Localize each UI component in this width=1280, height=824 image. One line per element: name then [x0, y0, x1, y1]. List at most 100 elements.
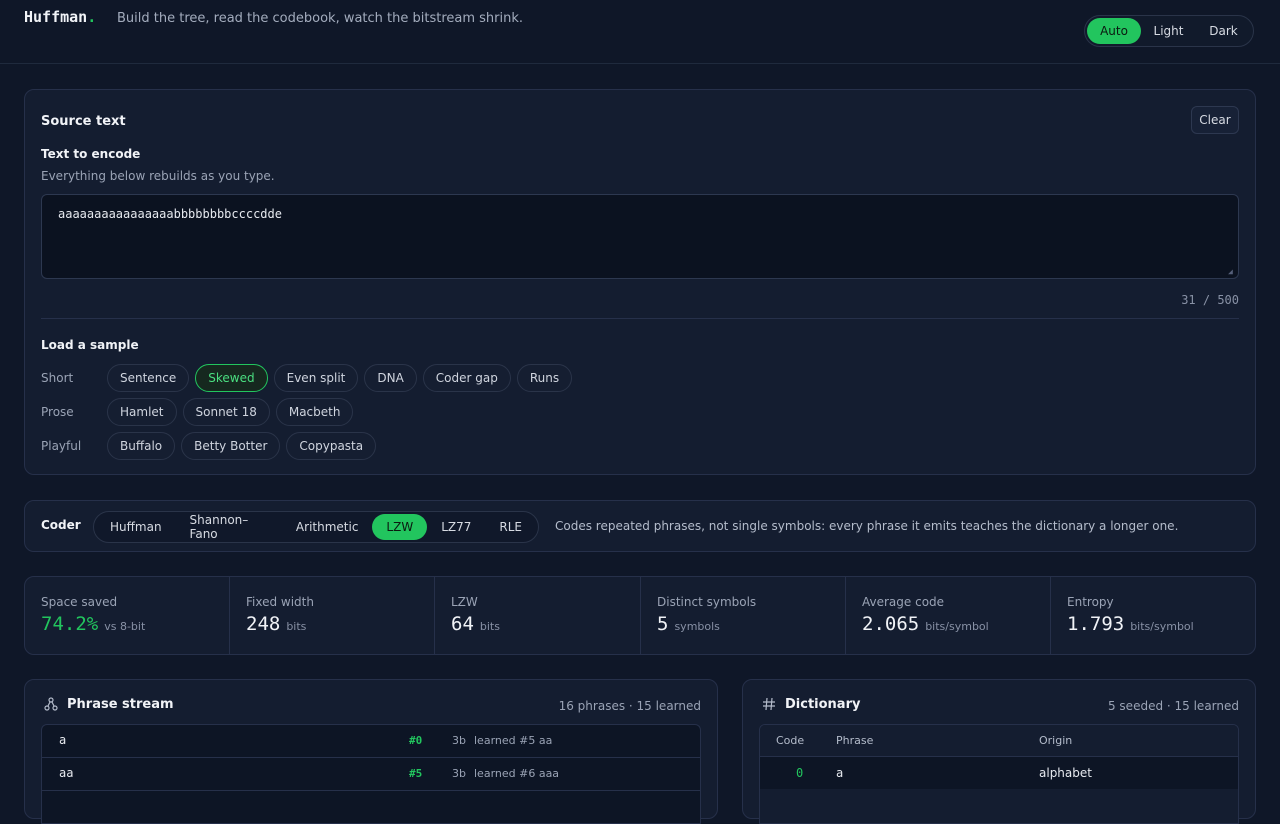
- phrase-text: aa: [59, 766, 74, 780]
- phrase-stream-header: Phrase stream: [43, 696, 174, 712]
- phrase-code: #0: [409, 734, 423, 747]
- table-row[interactable]: 0 a alphabet: [760, 757, 1238, 789]
- sample-chip-runs[interactable]: Runs: [516, 364, 573, 392]
- hash-icon: [761, 696, 777, 712]
- stat-label: Space saved: [41, 595, 118, 609]
- stat-value: 5: [657, 613, 669, 635]
- theme-dark-button[interactable]: Dark: [1196, 18, 1251, 44]
- stat-space-saved: Space saved 74.2% vs 8-bit: [25, 577, 230, 654]
- dict-origin: alphabet: [1039, 766, 1092, 780]
- phrase-learned: learned #5 aa: [474, 734, 553, 747]
- field-label: Text to encode: [41, 147, 141, 161]
- stat-distinct-symbols: Distinct symbols 5 symbols: [641, 577, 846, 654]
- stat-label: Average code: [862, 595, 945, 609]
- source-text-value: aaaaaaaaaaaaaaaabbbbbbbbccccdde: [58, 207, 282, 221]
- sample-chip-copypasta[interactable]: Copypasta: [286, 432, 377, 460]
- sample-chip-skewed[interactable]: Skewed: [195, 364, 268, 392]
- sample-chip-sonnet-18[interactable]: Sonnet 18: [182, 398, 270, 426]
- phrase-stream-meta: 16 phrases · 15 learned: [558, 699, 701, 713]
- logo-text: Huffman: [24, 8, 88, 26]
- column-header-phrase: Phrase: [836, 734, 874, 747]
- stat-unit: bits: [479, 620, 500, 633]
- dict-phrase: a: [836, 766, 844, 780]
- resize-grip-icon[interactable]: ◢: [1228, 268, 1236, 276]
- coder-option-shannon-fano[interactable]: Shannon–Fano: [176, 513, 282, 541]
- table-row[interactable]: a #0 3b learned #5 aa: [42, 725, 700, 758]
- coder-selector: Huffman Shannon–Fano Arithmetic LZW LZ77…: [93, 511, 539, 543]
- sample-row-label: Short: [41, 371, 74, 385]
- sample-chip-betty-botter[interactable]: Betty Botter: [181, 432, 281, 460]
- app-logo: Huffman.: [24, 8, 96, 26]
- column-header-origin: Origin: [1039, 734, 1073, 747]
- stat-label: Distinct symbols: [657, 595, 757, 609]
- column-header-code: Code: [776, 734, 805, 747]
- phrase-stream-title: Phrase stream: [67, 696, 174, 712]
- coder-option-lzw[interactable]: LZW: [372, 514, 428, 540]
- stat-label: Fixed width: [246, 595, 314, 609]
- theme-switch: Auto Light Dark: [1084, 15, 1254, 47]
- sample-chip-even-split[interactable]: Even split: [273, 364, 359, 392]
- stat-value: 248: [246, 613, 281, 635]
- coder-option-arithmetic[interactable]: Arithmetic: [282, 514, 373, 540]
- stat-value: 74.2%: [41, 613, 99, 635]
- coder-panel: Coder Huffman Shannon–Fano Arithmetic LZ…: [24, 500, 1256, 552]
- sample-row-label: Prose: [41, 405, 74, 419]
- phrase-list[interactable]: a #0 3b learned #5 aa aa #5 3b learned #…: [41, 724, 701, 824]
- dictionary-header: Dictionary: [761, 696, 860, 712]
- phrase-text: a: [59, 733, 67, 747]
- share-nodes-icon: [43, 696, 59, 712]
- stat-fixed-width: Fixed width 248 bits: [230, 577, 435, 654]
- stat-value: 1.793: [1067, 613, 1125, 635]
- coder-option-lz77[interactable]: LZ77: [427, 514, 485, 540]
- dictionary-title: Dictionary: [785, 696, 861, 712]
- table-row[interactable]: aa #5 3b learned #6 aaa: [42, 758, 700, 791]
- dict-code: 0: [796, 766, 804, 780]
- stat-value: 2.065: [862, 613, 920, 635]
- theme-light-button[interactable]: Light: [1141, 18, 1196, 44]
- phrase-bits: 3b: [452, 734, 466, 747]
- sample-row-label: Playful: [41, 439, 82, 453]
- stat-label: Entropy: [1067, 595, 1114, 609]
- logo-dot: .: [87, 8, 97, 26]
- samples-title: Load a sample: [41, 338, 139, 352]
- field-helper: Everything below rebuilds as you type.: [41, 169, 275, 183]
- sample-chip-coder-gap[interactable]: Coder gap: [422, 364, 511, 392]
- phrase-learned: learned #6 aaa: [474, 767, 560, 780]
- clear-button[interactable]: Clear: [1191, 106, 1239, 134]
- sample-chip-hamlet[interactable]: Hamlet: [107, 398, 177, 426]
- coder-option-rle[interactable]: RLE: [485, 514, 536, 540]
- stat-unit: bits/symbol: [1130, 620, 1194, 633]
- sample-row-playful: Playful Buffalo Betty Botter Copypasta: [41, 432, 382, 460]
- sample-chip-sentence[interactable]: Sentence: [107, 364, 190, 392]
- stat-average-code: Average code 2.065 bits/symbol: [846, 577, 1051, 654]
- source-panel: Source text Clear Text to encode Everyth…: [24, 89, 1256, 475]
- phrase-bits: 3b: [452, 767, 466, 780]
- char-counter: 31 / 500: [1181, 293, 1239, 307]
- stat-value: 64: [451, 613, 474, 635]
- stat-unit: vs 8-bit: [104, 620, 146, 633]
- stat-unit: bits/symbol: [925, 620, 989, 633]
- dictionary-table-header: Code Phrase Origin: [760, 725, 1238, 757]
- sample-chip-buffalo[interactable]: Buffalo: [107, 432, 176, 460]
- sample-chip-macbeth[interactable]: Macbeth: [275, 398, 354, 426]
- dictionary-meta: 5 seeded · 15 learned: [1107, 699, 1239, 713]
- sample-row-short: Short Sentence Skewed Even split DNA Cod…: [41, 364, 578, 392]
- sample-row-prose: Prose Hamlet Sonnet 18 Macbeth: [41, 398, 359, 426]
- source-textarea[interactable]: aaaaaaaaaaaaaaaabbbbbbbbccccdde ◢: [41, 194, 1239, 279]
- stat-label: LZW: [451, 595, 478, 609]
- divider: [41, 318, 1239, 319]
- dictionary-table[interactable]: Code Phrase Origin 0 a alphabet: [759, 724, 1239, 824]
- theme-auto-button[interactable]: Auto: [1087, 18, 1142, 44]
- stat-unit: bits: [286, 620, 307, 633]
- sample-chip-dna[interactable]: DNA: [364, 364, 417, 392]
- top-bar: Huffman. Build the tree, read the codebo…: [0, 0, 1280, 64]
- source-title: Source text: [41, 114, 126, 129]
- coder-option-huffman[interactable]: Huffman: [96, 514, 176, 540]
- coder-description: Codes repeated phrases, not single symbo…: [555, 519, 1179, 533]
- stats-panel: Space saved 74.2% vs 8-bit Fixed width 24…: [24, 576, 1256, 655]
- phrase-code: #5: [409, 767, 423, 780]
- phrase-stream-panel: Phrase stream 16 phrases · 15 learned a …: [24, 679, 718, 824]
- tagline: Build the tree, read the codebook, watch…: [117, 11, 524, 26]
- stat-entropy: Entropy 1.793 bits/symbol: [1051, 577, 1255, 654]
- dictionary-panel: Dictionary 5 seeded · 15 learned Code Ph…: [742, 679, 1256, 824]
